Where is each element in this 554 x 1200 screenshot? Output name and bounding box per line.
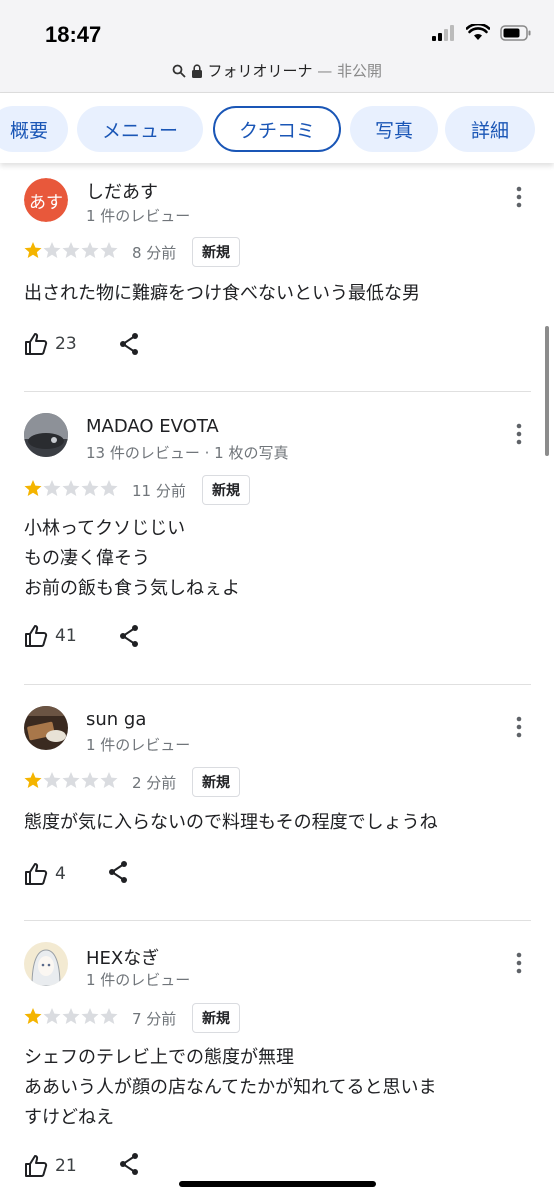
star-rating [24,1007,120,1025]
wifi-icon [466,24,490,40]
star-rating [24,479,120,497]
new-badge: 新規 [192,767,240,797]
reviewer-name[interactable]: しだあす [86,178,158,204]
review-time: 8 分前 [132,244,177,262]
star-icon [24,480,118,496]
review-time: 7 分前 [132,1010,177,1028]
reviewer-name[interactable]: sun ga [86,709,146,730]
review-time: 11 分前 [132,482,186,500]
star-rating [24,771,120,789]
avatar-initials: あす [24,178,68,222]
more-vert-icon[interactable] [512,186,526,208]
home-indicator[interactable] [179,1181,376,1187]
tab-reviews[interactable]: クチコミ [213,106,341,152]
reviewer-name[interactable]: MADAO EVOTA [86,416,219,437]
star-icon [24,242,118,258]
review-text: 小林ってクソじじい もの凄く偉そう お前の飯も食う気しねぇよ [24,518,240,599]
more-vert-icon[interactable] [512,423,526,445]
more-vert-icon[interactable] [512,952,526,974]
url-bar[interactable]: フォリオリーナ — 非公開 [0,60,554,81]
place-tabs: 概要 メニュー クチコミ 写真 詳細 [0,93,554,163]
thumb-up-icon [25,1155,48,1177]
avatar[interactable]: あす [24,178,68,222]
share-icon[interactable] [118,1152,140,1176]
star-rating [24,241,120,259]
battery-icon [500,24,531,41]
tab-menu[interactable]: メニュー [77,106,203,152]
tab-details[interactable]: 詳細 [445,106,535,152]
avatar-photo [24,942,68,986]
browser-top-bar: 18:47 フォリオリーナ — 非公開 [0,0,554,93]
tab-overview[interactable]: 概要 [0,106,68,152]
divider [24,684,531,685]
review-time: 2 分前 [132,774,177,792]
star-icon [24,772,118,788]
like-button[interactable]: 4 [24,862,66,886]
search-icon [172,64,186,78]
star-icon [24,1008,118,1024]
share-icon[interactable] [107,860,129,884]
like-button[interactable]: 41 [24,624,77,648]
tab-photos[interactable]: 写真 [350,106,438,152]
thumb-up-icon [25,863,48,885]
new-badge: 新規 [202,475,250,505]
thumb-up-icon [25,625,48,647]
review-text: シェフのテレビ上での態度が無理 ああいう人が顔の店なんてたかが知れてると思いま … [24,1047,437,1128]
reviewer-meta: 13 件のレビュー · 1 枚の写真 [86,444,289,462]
more-vert-icon[interactable] [512,716,526,738]
thumb-up-icon [25,333,48,355]
reviewer-meta: 1 件のレビュー [86,736,191,754]
like-button[interactable]: 21 [24,1154,77,1178]
new-badge: 新規 [192,1003,240,1033]
avatar-photo [24,706,68,750]
signal-icon [432,24,454,41]
avatar[interactable] [24,706,68,750]
avatar[interactable] [24,413,68,457]
like-count: 41 [55,626,77,646]
review-text: 出された物に難癖をつけ食べないという最低な男 [24,283,420,304]
url-text: フォリオリーナ [207,62,313,80]
divider [24,920,531,921]
reviewer-name[interactable]: HEXなぎ [86,944,159,970]
share-icon[interactable] [118,624,140,648]
url-private-label: — 非公開 [312,62,383,80]
new-badge: 新規 [192,237,240,267]
divider [24,391,531,392]
like-count: 23 [55,334,77,354]
like-count: 21 [55,1156,77,1176]
reviewer-meta: 1 件のレビュー [86,971,191,989]
avatar-photo [24,413,68,457]
share-icon[interactable] [118,332,140,356]
reviewer-meta: 1 件のレビュー [86,207,191,225]
status-icons [432,24,532,41]
like-count: 4 [55,864,66,884]
lock-icon [191,64,202,78]
review-text: 態度が気に入らないので料理もその程度でしょうね [24,812,438,833]
like-button[interactable]: 23 [24,332,77,356]
scrollbar[interactable] [545,326,549,456]
status-time: 18:47 [45,22,102,47]
avatar[interactable] [24,942,68,986]
